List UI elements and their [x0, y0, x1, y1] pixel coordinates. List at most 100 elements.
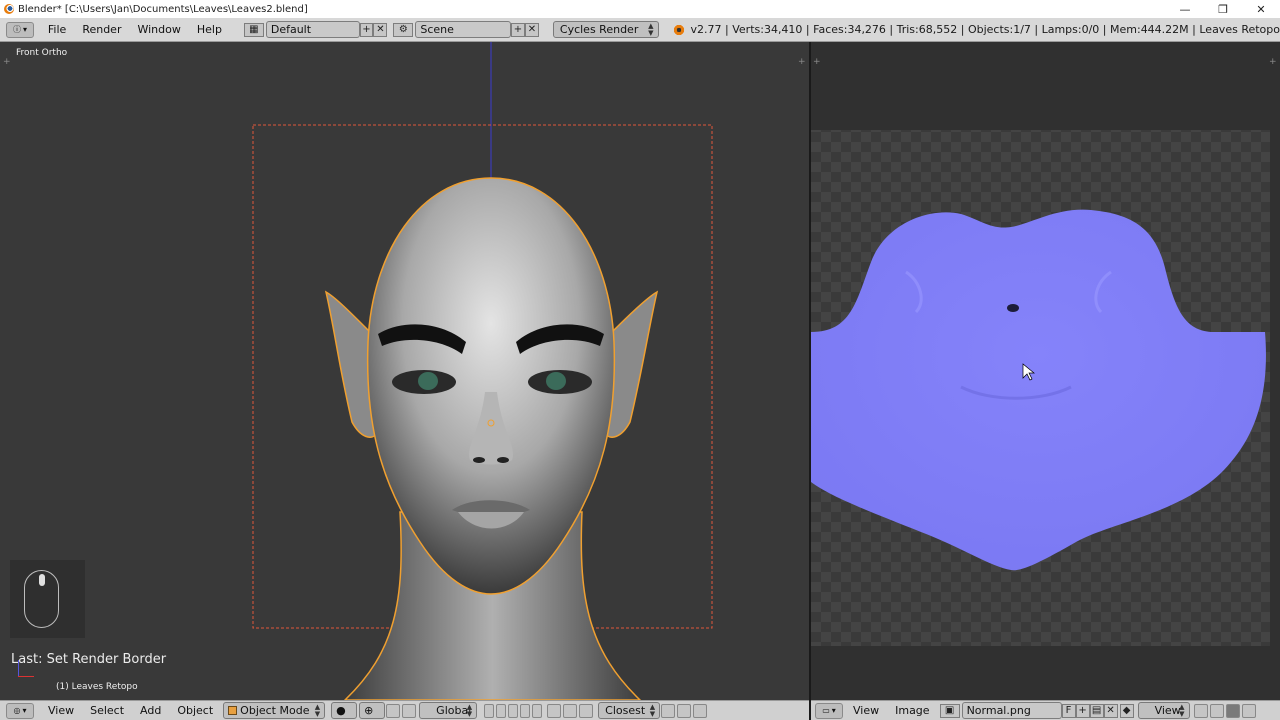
image-name: Normal.png	[966, 704, 1031, 717]
manipulator-toggle-icon[interactable]	[386, 703, 401, 718]
layer-button[interactable]	[508, 703, 519, 718]
updown-arrows-icon: ▲ ▼	[648, 22, 654, 37]
shading-dropdown[interactable]: ●	[331, 702, 358, 719]
stats-text: v2.77 | Verts:34,410 | Faces:34,276 | Tr…	[690, 23, 1280, 36]
minimize-button[interactable]: —	[1166, 0, 1204, 18]
menu-render[interactable]: Render	[74, 21, 129, 39]
pivot-icon: ⊕	[364, 704, 374, 717]
3d-view-icon: ◎	[13, 706, 21, 715]
blender-logo-icon	[4, 4, 14, 14]
cycles-icon	[672, 23, 685, 36]
active-object-name: (1) Leaves Retopo	[56, 682, 138, 692]
menu-add[interactable]: Add	[132, 702, 169, 720]
chevron-down-icon: ▾	[22, 706, 27, 715]
display-channels-icon[interactable]	[1225, 703, 1240, 718]
screen-layout-icon[interactable]: ▦	[243, 22, 264, 37]
render-preview-icon[interactable]	[661, 703, 676, 718]
3d-view-header: ◎ ▾ View Select Add Object Object Mode ▲ ▼…	[0, 700, 809, 720]
solid-shading-icon: ●	[336, 704, 346, 717]
menu-help[interactable]: Help	[189, 21, 230, 39]
image-canvas	[811, 130, 1270, 646]
chevron-down-icon: ▾	[831, 706, 836, 715]
menu-image[interactable]: Image	[887, 702, 937, 720]
restore-button[interactable]: ❐	[1204, 0, 1242, 18]
editor-type-button[interactable]: ⓘ ▾	[6, 21, 34, 38]
screen-layout-name: Default	[270, 23, 312, 36]
image-editor[interactable]: + +	[811, 42, 1280, 700]
info-header: ⓘ ▾ File Render Window Help ▦ Default + ✕…	[0, 18, 1280, 42]
viewport-scene	[252, 42, 713, 700]
unlink-image-button[interactable]: ✕	[1103, 703, 1118, 718]
scene-field[interactable]: Scene	[415, 21, 511, 38]
left-nostril	[473, 457, 485, 463]
close-button[interactable]: ✕	[1242, 0, 1280, 18]
proportional-edit-icon[interactable]	[563, 703, 578, 718]
opengl-render-icon[interactable]	[693, 703, 708, 718]
alpha-channel-icon[interactable]	[1241, 703, 1256, 718]
uv-hole	[1007, 304, 1019, 312]
lock-icon[interactable]	[547, 703, 562, 718]
menu-file[interactable]: File	[40, 21, 74, 39]
add-screen-button[interactable]: +	[359, 22, 374, 37]
view-mode-label: View	[1154, 704, 1181, 717]
updown-arrows-icon: ▲ ▼	[649, 703, 656, 718]
translate-icon[interactable]	[402, 703, 417, 718]
layer-button[interactable]	[532, 703, 543, 718]
last-operator: Last: Set Render Border	[11, 652, 167, 667]
x-axis-indicator	[18, 676, 34, 677]
layer-button[interactable]	[520, 703, 531, 718]
updown-arrows-icon: ▲ ▼	[466, 703, 473, 718]
menu-select[interactable]: Select	[82, 702, 132, 720]
right-iris	[546, 372, 566, 390]
snap-target-dropdown[interactable]: Closest ▲ ▼	[598, 702, 661, 719]
layer-button[interactable]	[484, 703, 495, 718]
open-image-button[interactable]: ▤	[1089, 703, 1104, 718]
view-mode-dropdown[interactable]: View ▲ ▼	[1137, 702, 1190, 719]
window-controls: — ❐ ✕	[1166, 0, 1280, 18]
render-engine-dropdown[interactable]: Cycles Render ▲ ▼	[552, 21, 659, 38]
delete-scene-button[interactable]: ✕	[524, 22, 539, 37]
updown-arrows-icon: ▲ ▼	[314, 703, 321, 718]
pivot-icon[interactable]	[1193, 703, 1208, 718]
left-iris	[418, 372, 438, 390]
pin-icon[interactable]: ◆	[1119, 703, 1134, 718]
editor-type-button[interactable]: ▭ ▾	[815, 702, 843, 719]
menu-view[interactable]: View	[40, 702, 82, 720]
image-editor-header: ▭ ▾ View Image ▣ Normal.png F + ▤ ✕ ◆ Vie…	[811, 700, 1280, 720]
scene-name: Scene	[420, 23, 454, 36]
fake-user-button[interactable]: F	[1061, 703, 1076, 718]
info-icon: ⓘ	[12, 25, 21, 34]
layer-buttons	[483, 703, 543, 718]
render-animation-icon[interactable]	[677, 703, 692, 718]
menu-object[interactable]: Object	[169, 702, 221, 720]
delete-screen-button[interactable]: ✕	[373, 22, 388, 37]
right-nostril	[497, 457, 509, 463]
snap-target-label: Closest	[605, 704, 646, 717]
menu-window[interactable]: Window	[129, 21, 188, 39]
chevron-down-icon: ▾	[22, 25, 27, 34]
menu-view[interactable]: View	[845, 702, 887, 720]
object-mode-icon	[228, 706, 238, 715]
screen-layout-field[interactable]: Default	[265, 21, 360, 38]
pivot-dropdown[interactable]: ⊕	[359, 702, 386, 719]
mode-dropdown[interactable]: Object Mode ▲ ▼	[223, 702, 326, 719]
snap-magnet-icon[interactable]	[579, 703, 594, 718]
main-menu: File Render Window Help	[40, 21, 230, 39]
3d-viewport[interactable]: Front Ortho + + Last: Set Render Border …	[0, 42, 809, 700]
scene-stats: v2.77 | Verts:34,410 | Faces:34,276 | Tr…	[672, 23, 1280, 36]
mode-label: Object Mode	[240, 704, 310, 717]
scene-icon[interactable]: ⚙	[393, 22, 414, 37]
image-name-field[interactable]: Normal.png	[961, 702, 1062, 719]
mouse-left-button-indicator	[39, 574, 45, 586]
uv-sync-icon[interactable]	[1209, 703, 1224, 718]
image-editor-icon: ▭	[822, 706, 830, 715]
add-scene-button[interactable]: +	[510, 22, 525, 37]
orientation-dropdown[interactable]: Global ▲ ▼	[419, 702, 478, 719]
z-axis-indicator	[18, 660, 19, 676]
image-browse-icon[interactable]: ▣	[939, 703, 960, 718]
editor-type-button[interactable]: ◎ ▾	[6, 702, 34, 719]
render-engine-label: Cycles Render	[559, 23, 639, 36]
layer-button[interactable]	[496, 703, 507, 718]
window-title-bar: Blender* [C:\Users\Jan\Documents\Leaves\…	[0, 0, 1280, 18]
new-image-button[interactable]: +	[1075, 703, 1090, 718]
